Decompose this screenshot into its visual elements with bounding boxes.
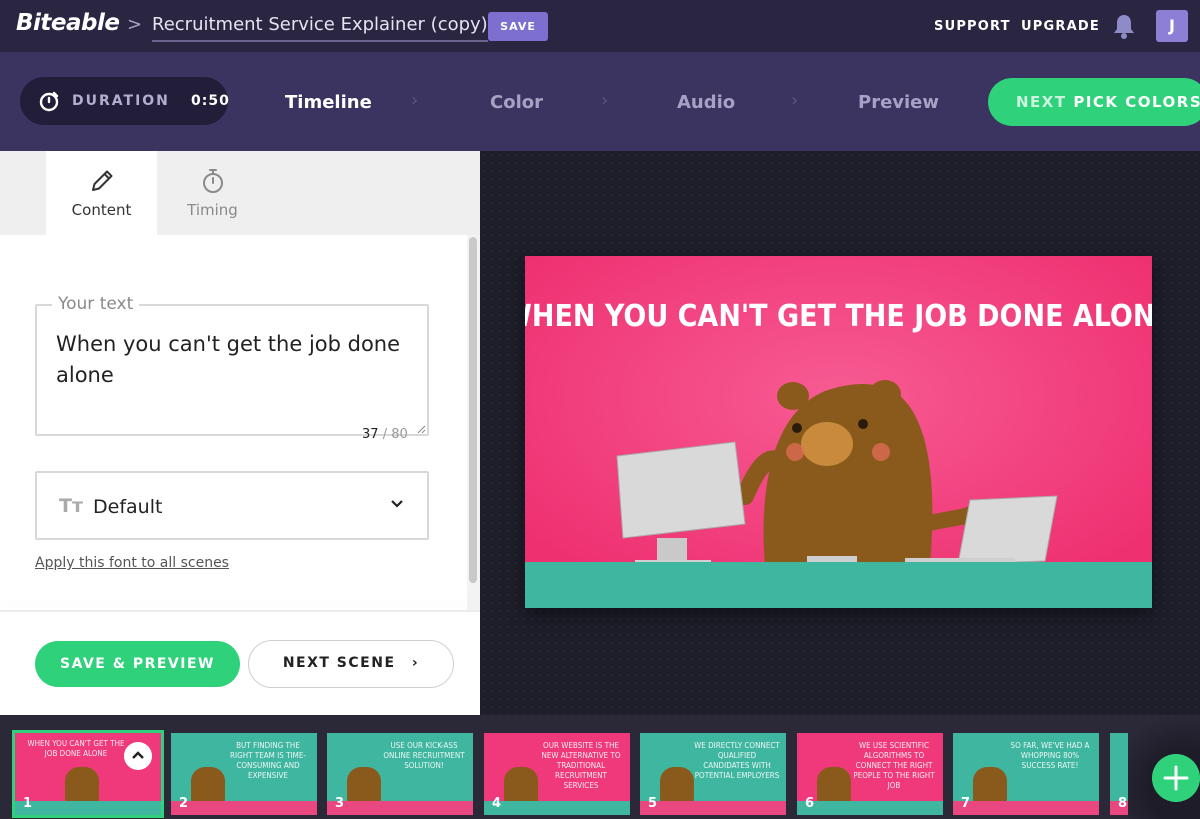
panel-divider [0,610,480,612]
next-scene-button[interactable]: NEXT SCENE › [248,640,454,688]
project-title-input[interactable]: Recruitment Service Explainer (copy) [152,14,488,42]
upgrade-link[interactable]: UPGRADE [1021,19,1100,34]
thumbnail-number: 1 [23,796,33,811]
thumbnail-caption: USE OUR KICK-ASS ONLINE RECRUITMENT SOLU… [383,741,465,770]
next-scene-label: NEXT SCENE [282,655,396,671]
scrollbar-thumb[interactable] [469,237,477,583]
chevron-right-icon: › [791,90,799,111]
chevron-right-icon: › [411,90,419,111]
save-preview-button[interactable]: SAVE & PREVIEW [35,641,240,687]
scene-preview[interactable]: WHEN YOU CAN'T GET THE JOB DONE ALONE [525,256,1152,608]
bear-figure [65,767,99,805]
chevron-right-icon: › [601,90,609,111]
add-scene-icon[interactable] [1152,754,1200,802]
thumbnail-number: 5 [648,796,658,811]
chevron-down-icon [391,500,403,508]
stopwatch-icon [203,169,223,193]
thumbnail-ground [327,801,473,815]
your-text-value[interactable]: When you can't get the job done alone [56,329,416,391]
step-preview[interactable]: Preview [858,92,939,113]
next-prefix: NEXT [1016,93,1067,111]
scene-thumbnail-4[interactable]: OUR WEBSITE IS THE NEW ALTERNATIVE TO TR… [484,733,630,815]
thumbnail-ground [953,801,1099,815]
char-count: 37 / 80 [362,427,408,442]
step-bar: DURATION 0:50 Timeline › Color › Audio ›… [0,52,1200,151]
font-select[interactable]: Tт Default [35,471,429,540]
bear-figure [191,767,225,805]
tab-timing[interactable]: Timing [157,151,268,235]
thumbnail-ground [797,801,943,815]
support-link[interactable]: SUPPORT [934,19,1011,34]
thumbnail-ground [640,801,786,815]
next-label: PICK COLORS [1073,93,1200,111]
top-bar: Biteable > Recruitment Service Explainer… [0,0,1200,52]
pencil-icon [92,170,113,191]
step-timeline[interactable]: Timeline [285,92,372,113]
thumbnail-number: 3 [335,796,345,811]
stopwatch-icon [39,91,59,112]
editor-panel: Content Timing Your text When you can't … [0,151,480,715]
thumbnail-ground [171,801,317,815]
bell-icon[interactable] [1110,12,1138,40]
bear-figure [347,767,381,805]
avatar[interactable]: J [1156,10,1188,42]
your-text-legend: Your text [52,294,140,314]
save-button[interactable]: SAVE [488,12,548,41]
bear-figure [817,767,851,805]
font-select-value: Default [93,496,163,518]
thumbnail-ground [15,801,161,815]
thumbnail-caption: BUT FINDING THE RIGHT TEAM IS TIME-CONSU… [230,741,306,780]
step-audio[interactable]: Audio [677,92,735,113]
duration-pill: DURATION 0:50 [20,77,230,125]
duration-value: 0:50 [191,93,230,109]
thumbnail-number: 7 [961,796,971,811]
thumbnail-caption: WE USE SCIENTIFIC ALGORITHMS TO CONNECT … [853,741,935,790]
thumbnail-caption: OUR WEBSITE IS THE NEW ALTERNATIVE TO TR… [541,741,621,790]
thumbnail-number: 2 [179,796,189,811]
resize-grip-icon[interactable] [416,424,426,434]
thumbnail-ground [484,801,630,815]
bear-figure [504,767,538,805]
apply-font-all-link[interactable]: Apply this font to all scenes [35,555,229,571]
next-pick-colors-button[interactable]: NEXT PICK COLORS [988,78,1200,126]
move-up-icon[interactable] [124,742,152,770]
tab-timing-label: Timing [187,201,238,219]
scene-thumbnail-7[interactable]: SO FAR, WE'VE HAD A WHOPPING 80% SUCCESS… [953,733,1099,815]
font-size-icon: Tт [59,495,83,517]
scene-thumbnail-2[interactable]: BUT FINDING THE RIGHT TEAM IS TIME-CONSU… [171,733,317,815]
scene-thumbnail-6[interactable]: WE USE SCIENTIFIC ALGORITHMS TO CONNECT … [797,733,943,815]
tab-content-label: Content [71,201,132,219]
tab-strip: Content Timing [0,151,480,235]
thumbnail-number: 8 [1118,796,1128,811]
char-count-current: 37 [362,427,379,442]
thumbnail-caption: SO FAR, WE'VE HAD A WHOPPING 80% SUCCESS… [1010,741,1090,770]
scene-caption: WHEN YOU CAN'T GET THE JOB DONE ALONE [525,299,1152,334]
thumbnail-number: 4 [492,796,502,811]
breadcrumb-separator: > [127,14,143,35]
thumbnail-caption: WE DIRECTLY CONNECT QUALIFIED CANDIDATES… [694,741,780,780]
bear-figure [973,767,1007,805]
tab-content[interactable]: Content [46,151,157,235]
thumbnail-caption: WHEN YOU CAN'T GET THE JOB DONE ALONE [27,739,125,758]
scene-thumbnail-8[interactable]: 8 [1110,733,1128,815]
chevron-right-icon: › [411,655,420,671]
duration-label: DURATION [72,93,170,109]
char-count-max: / 80 [382,427,408,442]
bear-figure [660,767,694,805]
scene-illustration: WHEN YOU CAN'T GET THE JOB DONE ALONE [525,256,1152,608]
biteable-logo[interactable]: Biteable [16,10,120,36]
scene-thumbnail-5[interactable]: WE DIRECTLY CONNECT QUALIFIED CANDIDATES… [640,733,786,815]
scene-thumbnail-3[interactable]: USE OUR KICK-ASS ONLINE RECRUITMENT SOLU… [327,733,473,815]
thumbnail-number: 6 [805,796,815,811]
step-color[interactable]: Color [490,92,543,113]
